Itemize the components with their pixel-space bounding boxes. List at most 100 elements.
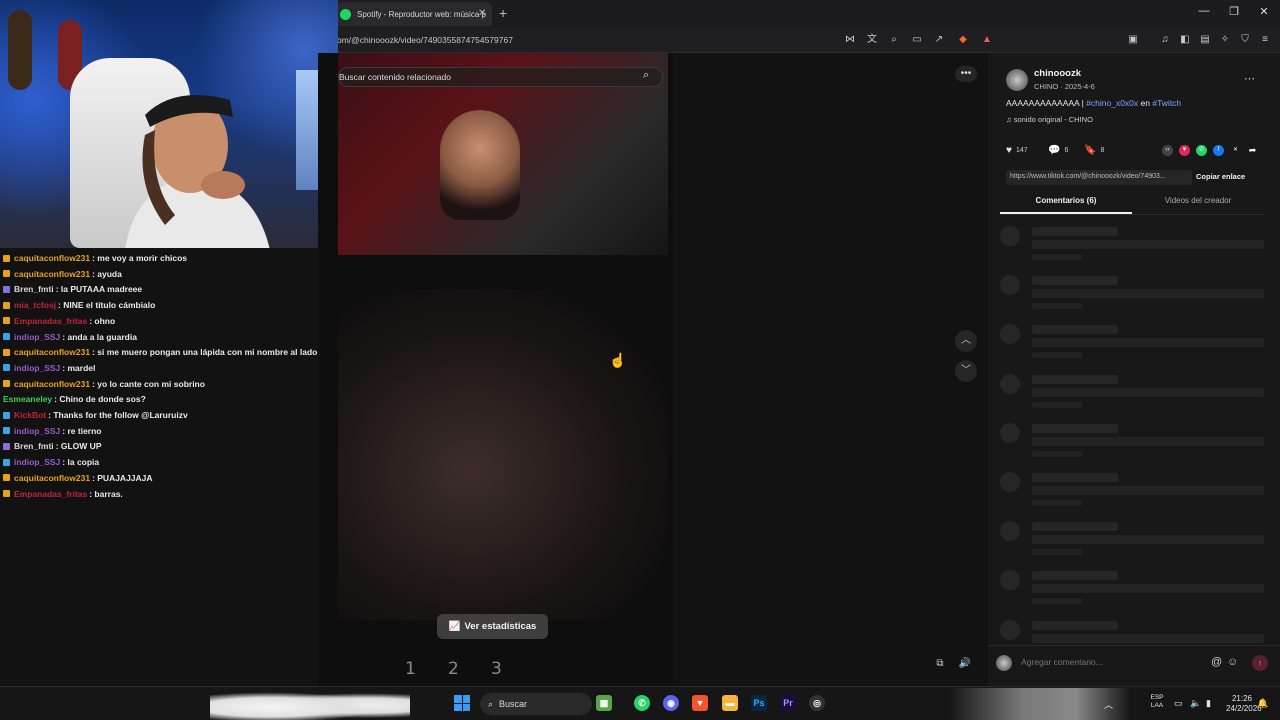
volume-icon[interactable]: 🔊: [956, 655, 974, 673]
share-icon[interactable]: ↗: [932, 33, 946, 47]
chat-username[interactable]: Bren_fmti: [14, 284, 54, 294]
post-menu-icon[interactable]: ⋯: [1244, 72, 1255, 85]
share-arrow-icon[interactable]: ➦: [1247, 145, 1258, 156]
browser-tab-spotify[interactable]: Spotify - Reproductor web: música p: [336, 2, 492, 26]
tab-creator-videos[interactable]: Videos del creador: [1132, 196, 1264, 205]
chat-message: KickBot: Thanks for the follow @Laruruiz…: [3, 410, 188, 420]
obs-icon[interactable]: ◎: [809, 695, 825, 711]
chat-username[interactable]: caquitaconflow231: [14, 269, 90, 279]
x-icon[interactable]: ✕: [1230, 145, 1241, 156]
brave-icon[interactable]: ▼: [692, 695, 708, 711]
comment-skeleton: [1032, 338, 1264, 348]
page-number[interactable]: 2: [448, 659, 459, 679]
chat-message: Bren_fmti: GLOW UP: [3, 441, 102, 451]
chat-username[interactable]: caquitaconflow231: [14, 253, 90, 263]
wallet-icon[interactable]: ▤: [1198, 33, 1212, 47]
hashtag-link[interactable]: #Twitch: [1152, 98, 1181, 108]
rewards-icon[interactable]: ▲: [980, 33, 994, 47]
file-explorer-icon[interactable]: ▬: [722, 695, 738, 711]
view-stats-button[interactable]: 📈 Ver estadísticas: [437, 614, 548, 639]
chat-text: : me voy a morir chicos: [92, 253, 188, 263]
mention-icon[interactable]: @: [1211, 656, 1222, 668]
chat-username[interactable]: caquitaconflow231: [14, 473, 90, 483]
brave-shield-icon[interactable]: ◆: [956, 33, 970, 47]
clock[interactable]: 21:26 24/2/2026: [1226, 694, 1262, 714]
chat-username[interactable]: caquitaconflow231: [14, 347, 90, 357]
chat-username[interactable]: Empanadas_fritas: [14, 489, 87, 499]
embed-icon[interactable]: ‹›: [1162, 145, 1173, 156]
chat-username[interactable]: Empanadas_fritas: [14, 316, 87, 326]
comment-button[interactable]: 💬 6: [1048, 145, 1068, 156]
menu-icon[interactable]: ≡: [1258, 33, 1272, 47]
widget-icon[interactable]: ▦: [596, 695, 612, 711]
save-button[interactable]: 🔖 8: [1084, 145, 1104, 156]
emoji-icon[interactable]: ☺: [1227, 656, 1238, 668]
reader-mode-icon[interactable]: ⋈: [843, 33, 857, 47]
translate-icon[interactable]: 文: [865, 33, 879, 47]
split-view-icon[interactable]: ◧: [1178, 33, 1192, 47]
url-field[interactable]: om/@chinooozk/video/7490355874754579767: [337, 35, 513, 45]
avatar[interactable]: [1006, 69, 1028, 91]
vpn-icon[interactable]: ⛉: [1238, 33, 1252, 47]
page-number[interactable]: 1: [405, 659, 416, 679]
search-icon[interactable]: ⌕: [643, 69, 649, 82]
chat-message: Empanadas_fritas: ohno: [3, 316, 115, 326]
tray-chevron-icon[interactable]: ︿: [1104, 698, 1113, 711]
page-number[interactable]: 3: [491, 659, 502, 679]
windows-start-icon[interactable]: [454, 695, 470, 711]
media-icon[interactable]: ♫: [1158, 33, 1172, 47]
facebook-icon[interactable]: f: [1213, 145, 1224, 156]
comment-input[interactable]: [1021, 657, 1201, 667]
network-icon[interactable]: ▭: [1174, 698, 1183, 709]
whatsapp-icon[interactable]: ✆: [634, 695, 650, 711]
tab-comments[interactable]: Comentarios (6): [1000, 196, 1132, 205]
cast-icon[interactable]: ▭: [910, 33, 924, 47]
username[interactable]: chinooozk: [1034, 68, 1081, 79]
view-stats-label: Ver estadísticas: [464, 621, 537, 632]
tab-close-icon[interactable]: ✕: [478, 8, 486, 19]
pip-icon[interactable]: ⧉: [931, 655, 949, 673]
chat-username[interactable]: Esmeaneley: [3, 394, 52, 404]
next-video-button[interactable]: ﹀: [955, 360, 977, 382]
related-search-placeholder: Buscar contenido relacionado: [339, 72, 451, 82]
related-search-input[interactable]: Buscar contenido relacionado: [338, 67, 663, 87]
notification-icon[interactable]: 🔔: [1257, 698, 1268, 709]
previous-video-button[interactable]: ︿: [955, 330, 977, 352]
chat-message: Esmeaneley: Chino de donde sos?: [3, 394, 146, 404]
keyboard-language[interactable]: ESP LAA: [1148, 694, 1166, 710]
chat-username[interactable]: Bren_fmti: [14, 441, 54, 451]
close-window-button[interactable]: ✕: [1249, 5, 1279, 18]
leo-ai-icon[interactable]: ✧: [1218, 33, 1232, 47]
chat-username[interactable]: caquitaconflow231: [14, 379, 90, 389]
chat-message: indiop_SSJ : re tierno: [3, 426, 102, 436]
date: 24/2/2026: [1226, 704, 1262, 713]
maximize-button[interactable]: ❐: [1219, 5, 1249, 18]
chat-username[interactable]: mia_tcfosj: [14, 300, 56, 310]
more-options-icon[interactable]: •••: [955, 66, 977, 82]
sidebar-icon[interactable]: ▣: [1126, 33, 1140, 47]
volume-tray-icon[interactable]: 🔈: [1190, 698, 1201, 709]
chat-text: : re tierno: [62, 425, 102, 436]
photoshop-icon[interactable]: Ps: [751, 695, 767, 711]
premiere-icon[interactable]: Pr: [780, 695, 796, 711]
chat-username[interactable]: KickBot: [14, 410, 46, 420]
discord-icon[interactable]: ◉: [663, 695, 679, 711]
sound-link[interactable]: ♫ sonido original - CHINO: [1006, 115, 1093, 124]
hashtag-link[interactable]: #chino_x0x0x: [1086, 98, 1138, 108]
chat-username[interactable]: indiop_SSJ: [14, 332, 60, 342]
whatsapp-icon[interactable]: ✆: [1196, 145, 1207, 156]
chat-username[interactable]: indiop_SSJ: [14, 426, 60, 436]
send-button[interactable]: ↑: [1252, 655, 1268, 671]
battery-icon[interactable]: ▮: [1206, 698, 1211, 709]
like-button[interactable]: ♥ 147: [1006, 145, 1028, 156]
chat-username[interactable]: indiop_SSJ: [14, 363, 60, 373]
sound-label: sonido original - CHINO: [1013, 115, 1093, 124]
minimize-button[interactable]: —: [1189, 5, 1219, 17]
chat-username[interactable]: indiop_SSJ: [14, 457, 60, 467]
share-link-field[interactable]: https://www.tiktok.com/@chinooozk/video/…: [1006, 170, 1192, 185]
repost-icon[interactable]: ▼: [1179, 145, 1190, 156]
new-tab-button[interactable]: +: [499, 5, 507, 21]
taskbar-search[interactable]: ⌕ Buscar: [480, 693, 592, 715]
copy-link-button[interactable]: Copiar enlace: [1196, 172, 1245, 181]
zoom-icon[interactable]: ⌕: [887, 33, 901, 47]
